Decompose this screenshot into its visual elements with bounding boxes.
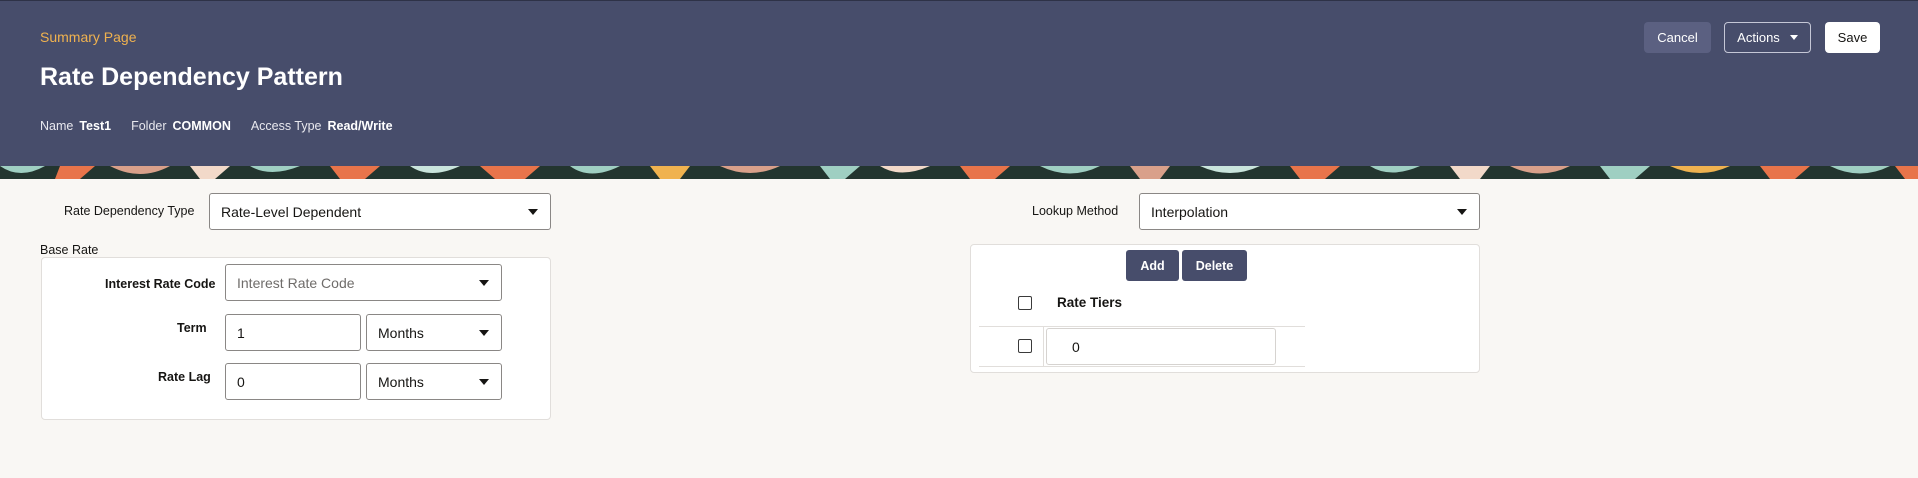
interest-rate-code-label: Interest Rate Code xyxy=(105,277,216,291)
lookup-method-value: Interpolation xyxy=(1151,203,1229,220)
term-input[interactable]: 1 xyxy=(225,314,361,351)
chevron-down-icon xyxy=(479,280,489,286)
page-header: Summary Page Rate Dependency Pattern Nam… xyxy=(0,0,1918,166)
add-button-label: Add xyxy=(1140,258,1165,273)
term-unit-select[interactable]: Months xyxy=(366,314,502,351)
name-label: Name xyxy=(40,119,74,133)
actions-menu-button[interactable]: Actions xyxy=(1724,22,1811,53)
interest-rate-code-select[interactable]: Interest Rate Code xyxy=(225,264,502,301)
access-type-label: Access Type xyxy=(250,119,322,133)
page-title: Rate Dependency Pattern xyxy=(40,63,343,91)
term-label: Term xyxy=(177,321,207,335)
table-column-divider xyxy=(1043,327,1044,366)
rate-dependency-type-value: Rate-Level Dependent xyxy=(221,203,362,220)
rate-lag-unit-select[interactable]: Months xyxy=(366,363,502,400)
select-all-checkbox[interactable] xyxy=(1018,296,1032,310)
chevron-down-icon xyxy=(479,379,489,385)
rate-dependency-type-select[interactable]: Rate-Level Dependent xyxy=(209,193,551,230)
decorative-banner-strip xyxy=(0,166,1918,179)
term-value: 1 xyxy=(237,324,245,341)
rate-lag-value: 0 xyxy=(237,373,245,390)
access-type-value: Read/Write xyxy=(327,119,393,133)
delete-button[interactable]: Delete xyxy=(1182,250,1247,281)
term-unit-value: Months xyxy=(378,324,424,341)
rate-lag-label: Rate Lag xyxy=(158,370,211,384)
chevron-down-icon xyxy=(479,330,489,336)
cancel-button-label: Cancel xyxy=(1657,30,1698,45)
rate-lag-unit-value: Months xyxy=(378,373,424,390)
row-checkbox[interactable] xyxy=(1018,339,1032,353)
interest-rate-code-placeholder: Interest Rate Code xyxy=(237,274,355,291)
rate-lag-input[interactable]: 0 xyxy=(225,363,361,400)
base-rate-section-label: Base Rate xyxy=(40,243,99,257)
folder-value: COMMON xyxy=(172,119,231,133)
rate-tier-value: 0 xyxy=(1072,338,1080,355)
banner-pattern-icon xyxy=(0,166,1918,179)
actions-button-label: Actions xyxy=(1737,30,1780,45)
save-button[interactable]: Save xyxy=(1825,22,1880,53)
lookup-method-label: Lookup Method xyxy=(1032,204,1119,218)
lookup-method-select[interactable]: Interpolation xyxy=(1139,193,1480,230)
table-header-divider xyxy=(979,326,1305,327)
save-button-label: Save xyxy=(1837,30,1868,45)
folder-label: Folder xyxy=(131,119,167,133)
chevron-down-icon xyxy=(528,209,538,215)
breadcrumb-summary-page[interactable]: Summary Page xyxy=(40,29,136,45)
chevron-down-icon xyxy=(1789,35,1798,40)
delete-button-label: Delete xyxy=(1195,258,1234,273)
name-value: Test1 xyxy=(79,119,112,133)
add-button[interactable]: Add xyxy=(1126,250,1179,281)
page-meta: Name Test1 Folder COMMON Access Type Rea… xyxy=(40,119,413,133)
rate-tier-value-input[interactable]: 0 xyxy=(1046,328,1276,365)
chevron-down-icon xyxy=(1457,209,1467,215)
rate-tiers-column-header: Rate Tiers xyxy=(1057,295,1123,310)
rate-dependency-type-label: Rate Dependency Type xyxy=(64,204,195,218)
table-row-divider xyxy=(979,366,1305,367)
cancel-button[interactable]: Cancel xyxy=(1644,22,1711,53)
